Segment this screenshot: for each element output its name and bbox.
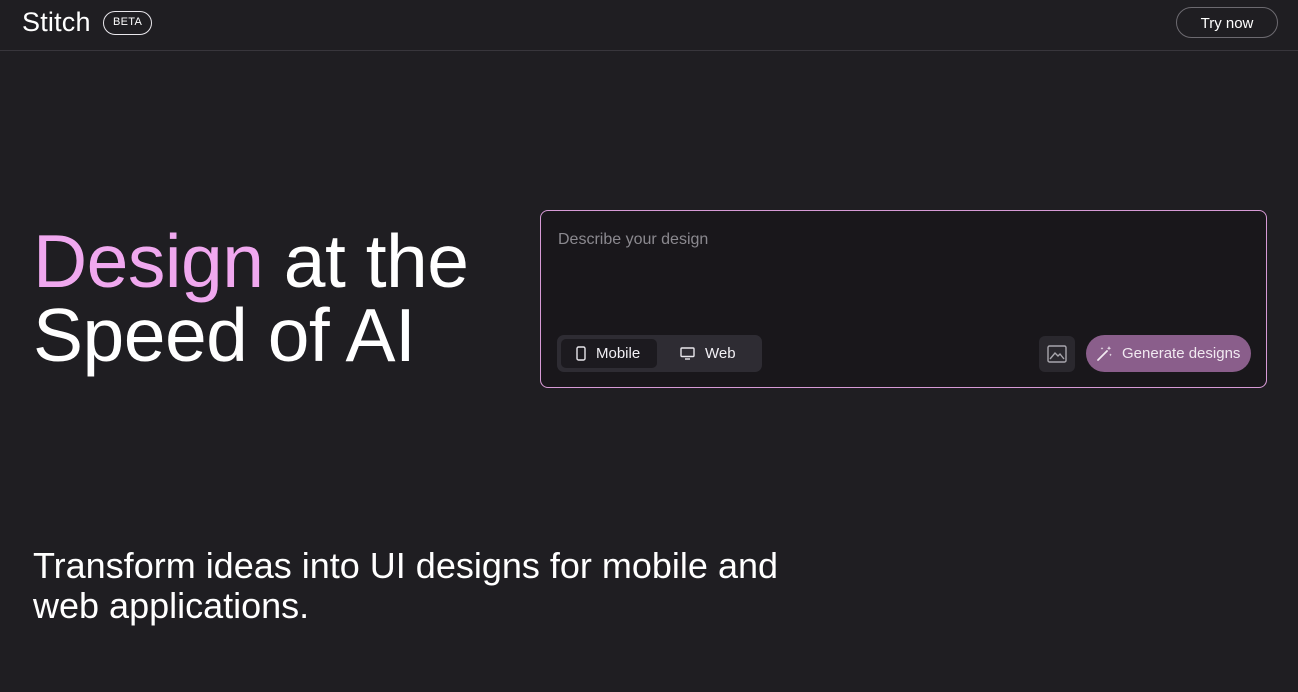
phone-icon: [576, 346, 586, 361]
upload-image-button[interactable]: [1039, 336, 1075, 372]
generate-designs-button[interactable]: Generate designs: [1086, 335, 1251, 372]
top-bar: Stitch BETA Try now: [0, 0, 1298, 51]
hero-headline: Design at the Speed of AI: [33, 224, 469, 373]
mode-option-web[interactable]: Web: [667, 339, 755, 368]
design-prompt-input[interactable]: [556, 228, 1246, 252]
generate-designs-label: Generate designs: [1122, 345, 1241, 362]
mode-option-web-label: Web: [705, 345, 736, 362]
hero-subheading: Transform ideas into UI designs for mobi…: [33, 546, 833, 626]
mode-option-mobile[interactable]: Mobile: [561, 339, 657, 368]
magic-wand-icon: [1096, 345, 1113, 362]
subheading-line1: Transform ideas into UI designs for mobi…: [33, 545, 779, 586]
headline-line2: Speed of AI: [33, 293, 416, 377]
headline-line1-rest: at the: [263, 219, 469, 303]
monitor-icon: [680, 347, 695, 360]
image-icon: [1047, 345, 1067, 363]
mode-option-mobile-label: Mobile: [596, 345, 641, 362]
brand-logo[interactable]: Stitch: [22, 7, 91, 38]
subheading-line2: web applications.: [33, 585, 310, 626]
device-mode-toggle: Mobile Web: [557, 335, 762, 372]
try-now-button[interactable]: Try now: [1176, 7, 1278, 38]
beta-badge: BETA: [103, 11, 153, 35]
design-prompt-box: Mobile Web: [540, 210, 1267, 388]
headline-accent-word: Design: [33, 219, 264, 303]
